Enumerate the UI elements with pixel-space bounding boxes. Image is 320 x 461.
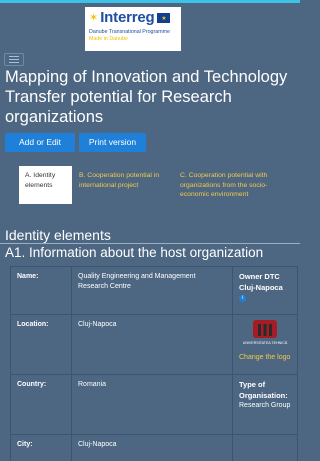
city-label: City: [10,434,72,461]
logo-programme: Danube Transnational Programme [89,29,170,35]
logo-wordmark: Interreg [100,9,155,26]
menu-line-icon [9,59,19,60]
name-label: Name: [10,266,72,315]
page-title: Mapping of Innovation and Technology Tra… [5,68,288,126]
section-subtitle: A1. Information about the host organizat… [5,245,264,260]
university-logo: UNIVERSITATEA TEHNICĂ [239,320,291,350]
tab-identity-elements[interactable]: A. Identity elements [19,166,72,204]
table-row: Name: Quality Engineering and Management… [10,266,298,315]
owner-cell: Owner DTC Cluj-Napoca i [232,266,298,315]
star-icon: ✶ [89,11,99,24]
print-version-button[interactable]: Print version [79,133,146,152]
menu-line-icon [9,56,19,57]
interreg-logo[interactable]: ✶ Interreg ★ Danube Transnational Progra… [85,7,181,51]
logo-tagline: Made in Danube [89,36,128,42]
info-icon[interactable]: i [239,295,246,302]
city-value: Cluj-Napoca [71,434,233,461]
table-row: Location: Cluj-Napoca UNIVERSITATEA TEHN… [10,314,298,375]
tab-socio-economic-cooperation[interactable]: C. Cooperation potential with organizati… [180,166,295,205]
country-label: Country: [10,374,72,435]
menu-line-icon [9,62,19,63]
owner-label: Owner DTC Cluj-Napoca [239,272,283,292]
name-value: Quality Engineering and Management Resea… [71,266,233,315]
table-row: Country: Romania Type of Organisation: R… [10,374,298,435]
location-value: Cluj-Napoca [71,314,233,375]
empty-cell [232,434,298,461]
tabs-divider [0,243,300,244]
country-value: Romania [71,374,233,435]
logo-cell: UNIVERSITATEA TEHNICĂ Change the logo [232,314,298,375]
add-or-edit-button[interactable]: Add or Edit [5,133,75,152]
organisation-type-value: Research Group [239,402,291,409]
university-emblem-icon [253,320,277,338]
university-logo-text: UNIVERSITATEA TEHNICĂ [242,341,288,345]
tab-international-cooperation[interactable]: B. Cooperation potential in internationa… [79,166,161,195]
section-title: Identity elements [5,227,111,243]
organisation-type-label: Type of Organisation: [239,380,288,400]
table-row: City: Cluj-Napoca [10,434,298,461]
organisation-type-cell: Type of Organisation: Research Group [232,374,298,435]
eu-flag-icon: ★ [157,13,171,23]
top-accent-bar [0,0,300,3]
change-logo-link[interactable]: Change the logo [239,353,291,363]
hamburger-menu-button[interactable] [4,53,24,66]
host-organization-table: Name: Quality Engineering and Management… [10,266,298,461]
location-label: Location: [10,314,72,375]
